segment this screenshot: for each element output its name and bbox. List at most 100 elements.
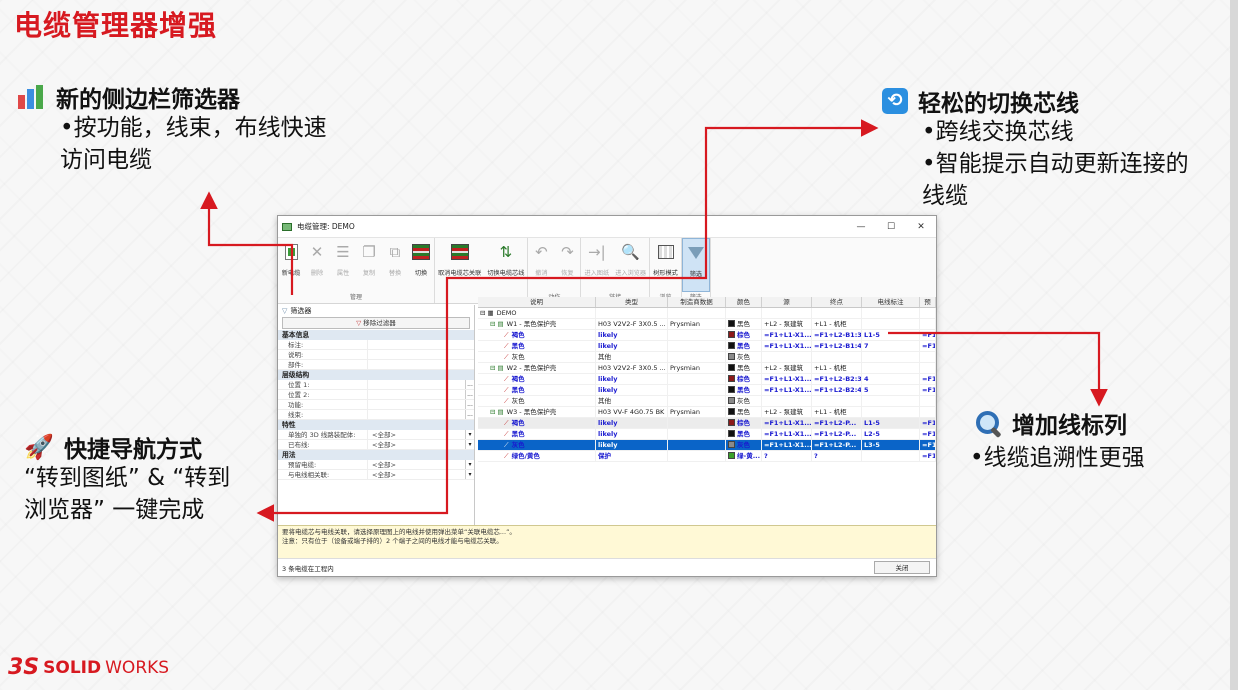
filter-row[interactable]: 单独的 3D 线路装配体: <全部> ▾ [278,430,474,440]
grid-column-header[interactable]: 电线标注 [862,297,920,307]
table-row[interactable]: ⊟ ▤ W2 - 黑色保护壳 H03 V2V2-F 3X0.5 ... Prysmia… [478,363,936,374]
table-cell: 保护 [596,451,668,461]
table-row[interactable]: ⟋ 褐色 likely 棕色 =F1+L1-X1... =F1+L2-B1:3 L1-5 =F… [478,330,936,341]
filter-value[interactable]: <全部> [368,470,465,479]
filter-value[interactable]: <全部> [368,460,465,469]
filter-dropdown-button[interactable]: ... [465,400,474,409]
filter-row[interactable]: 位置 2:... [278,390,474,400]
maximize-button[interactable]: ☐ [876,222,906,232]
table-cell: 棕色 [726,418,762,428]
grid-column-header[interactable]: 颜色 [726,297,762,307]
filter-section-title[interactable]: 基本信息 [278,330,474,340]
grid-column-header[interactable]: 预 [920,297,936,307]
filter-value[interactable] [368,380,465,389]
delete-icon: ✕ [310,243,324,261]
table-cell: +L1 - 机柜 [812,319,862,329]
table-row[interactable]: ⟋ 灰色 其他 灰色 [478,352,936,363]
filter-value[interactable] [368,410,465,419]
table-row[interactable]: ⟋黑色likely黑色=F1+L1-X1...=F1+L2-B2:45=F1+ [478,385,936,396]
filter-row[interactable]: 预留电缆: <全部> ▾ [278,460,474,470]
table-row[interactable]: ⟋ 黑色 likely 黑色 =F1+L1-X1... =F1+L2-P... L2-5 =F… [478,429,936,440]
grid-column-header[interactable]: 制造商数据 [668,297,726,307]
filter-funnel-icon: ▽ [282,306,288,315]
color-label: 黑色 [737,364,750,372]
filter-key: 已布线: [278,440,368,449]
copy-button[interactable]: ❐ 复制 [356,238,382,292]
filter-row[interactable]: 与电线相关联: <全部> ▾ [278,470,474,480]
core-icon: ⟋ [504,397,509,405]
table-row[interactable]: ⟋绿色/黄色保护绿-黄...??=F1+ [478,451,936,462]
switch-core-button[interactable]: ⇅ 切换电缆芯线 [484,238,527,292]
table-cell: 棕色 [726,330,762,340]
core-icon: ⟋ [504,353,509,361]
table-cell: =F1+L1-X1... [764,330,812,340]
switch-button[interactable]: 切换 [408,238,434,292]
filter-section-title[interactable]: 层级结构 [278,370,474,380]
filter-value[interactable] [368,340,474,349]
filter-sections: 基本信息 标注: 说明: 部件: 层级结构 位置 1:... 位置 2:... 功能:... 线… [278,330,474,480]
table-row[interactable]: ⊟ ▤ W3 - 黑色保护壳 H03 VV-F 4G0.75 BK Prysmian 黑… [478,407,936,418]
filter-section-title[interactable]: 用法 [278,450,474,460]
filter-value[interactable] [368,390,465,399]
replace-button[interactable]: ⧉ 替换 [382,238,408,292]
filter-value[interactable]: <全部> [368,440,465,449]
table-cell: likely [596,341,668,351]
filter-dropdown-button[interactable]: ... [465,380,474,389]
undo-button[interactable]: ↶ 撤消 [528,238,554,292]
table-row[interactable]: ⟋黑色likely黑色=F1+L1-X1...=F1+L2-B1:47=F1+ [478,341,936,352]
go-browser-icon: 🔍 [621,243,640,261]
table-row[interactable]: ⟋褐色likely棕色=F1+L1-X1...=F1+L2-B2:34=F1+ [478,374,936,385]
ribbon-group-manage: 新电缆 ✕ 删除 ☰ 属性 ❐ 复制 ⧉ 替换 切换 管理 [278,238,435,303]
filter-value[interactable] [368,400,465,409]
close-window-button[interactable]: ✕ [906,222,936,232]
filter-section-title[interactable]: 特性 [278,420,474,430]
table-row[interactable]: ⟋ 灰色 likely 灰色 =F1+L1-X1... =F1+L2-P... L3-5 =F… [478,440,936,451]
table-row[interactable]: ⊟ ▦ DEMO [478,308,936,319]
table-cell [668,440,726,450]
remove-filter-button[interactable]: ▽ 移除过滤器 [282,317,470,329]
filter-row[interactable]: 已布线: <全部> ▾ [278,440,474,450]
table-cell: =F1+L1-X1... [764,385,812,395]
table-row[interactable]: ⊟ ▤ W1 - 黑色保护壳 H03 V2V2-F 3X0.5 ... Prysmia… [478,319,936,330]
filter-dropdown-button[interactable]: ▾ [465,460,474,469]
delete-button[interactable]: ✕ 删除 [304,238,330,292]
new-cable-button[interactable]: 新电缆 [278,238,304,292]
grid-column-header[interactable]: 终点 [812,297,862,307]
close-button[interactable]: 关闭 [874,561,930,574]
filter-dropdown-button[interactable]: ... [465,390,474,399]
filter-row[interactable]: 线束:... [278,410,474,420]
filter-dropdown-button[interactable]: ... [465,410,474,419]
filter-row[interactable]: 标注: [278,340,474,350]
grid-column-header[interactable]: 类型 [596,297,668,307]
properties-button[interactable]: ☰ 属性 [330,238,356,292]
filter-row[interactable]: 功能:... [278,400,474,410]
go-drawing-button[interactable]: →| 进入图纸 [581,238,612,292]
filter-row[interactable]: 位置 1:... [278,380,474,390]
go-browser-button[interactable]: 🔍 进入浏览器 [612,238,649,292]
minimize-button[interactable]: — [846,222,876,232]
table-row[interactable]: ⟋ 褐色 likely 棕色 =F1+L1-X1... =F1+L2-P... L1-5 =F… [478,418,936,429]
table-cell: +L1 - 机柜 [812,363,862,373]
filter-dropdown-button[interactable]: ▾ [465,440,474,449]
filter-dropdown-button[interactable]: ▾ [465,430,474,439]
table-cell [812,396,862,406]
grid-column-header[interactable]: 说明 [478,297,596,307]
table-cell: +L1 - 机柜 [812,407,862,417]
tree-mode-button[interactable]: 树形模式 [650,238,681,292]
filter-row[interactable]: 部件: [278,360,474,370]
redo-button[interactable]: ↷ 恢复 [554,238,580,292]
filter-dropdown-button[interactable]: ▾ [465,470,474,479]
color-swatch [728,441,735,448]
filter-row[interactable]: 说明: [278,350,474,360]
filter-value[interactable] [368,360,474,369]
filter-value[interactable]: <全部> [368,430,465,439]
table-row[interactable]: ⟋ 灰色 其他 灰色 [478,396,936,407]
filter-button[interactable]: 筛选 [681,238,710,292]
grid-column-header[interactable]: 源 [762,297,812,307]
filter-value[interactable] [368,350,474,359]
unlink-core-button[interactable]: 取消电缆芯关联 [435,238,484,292]
table-cell: =F1+L1-X1... [764,429,812,439]
project-icon: ⊟ ▦ [480,309,494,317]
table-cell: 棕色 [726,374,762,384]
filter-pane-header: ▽ 筛选器 [282,306,312,315]
